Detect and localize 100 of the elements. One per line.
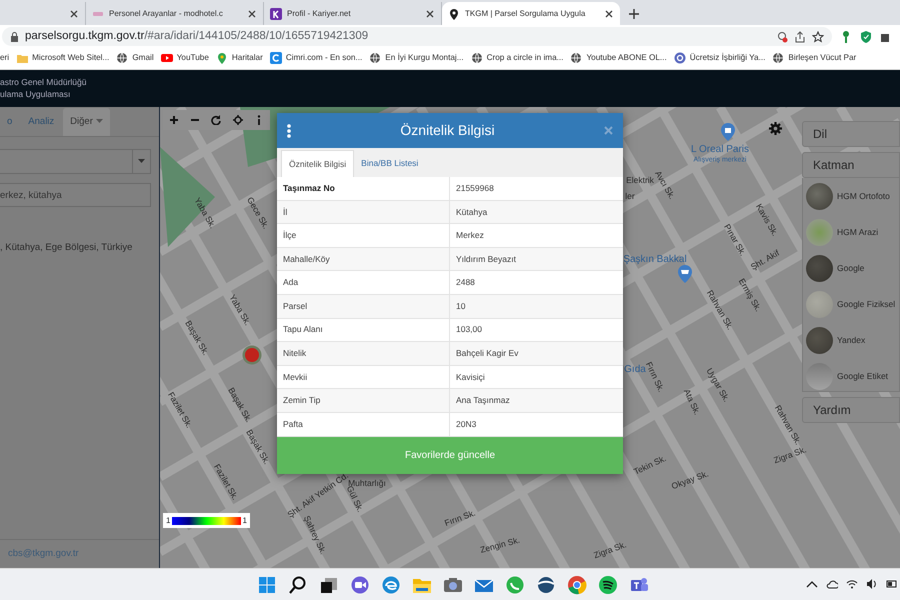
browser-tab[interactable]: TKGM | Parsel Sorgulama Uygula <box>442 2 620 25</box>
street-label: Zigra Sk. <box>772 445 808 465</box>
attribute-value: Bahçeli Kagir Ev <box>455 347 518 360</box>
close-icon[interactable] <box>247 8 257 18</box>
attribute-value: 21559968 <box>455 182 494 195</box>
scale-max-label: 1 <box>242 514 247 526</box>
speaker-icon[interactable] <box>866 578 878 590</box>
close-icon[interactable] <box>604 8 614 18</box>
star-icon[interactable] <box>812 30 824 42</box>
attribute-label: İlçe <box>277 224 450 247</box>
attribute-label: Tapu Alanı <box>277 318 450 342</box>
language-panel-header[interactable]: Dil <box>802 121 900 147</box>
map-thumbnail <box>806 326 833 354</box>
attribute-value: Ana Taşınmaz <box>455 394 510 408</box>
street-label: Tekin Sk. <box>632 454 668 476</box>
shield-icon[interactable] <box>860 30 872 44</box>
attribute-value: 2488 <box>455 276 475 290</box>
url-text: parselsorgu.tkgm.gov.tr/#ara/idari/144105/2488/10/1655719421309 <box>25 28 368 44</box>
attribute-value: 103,00 <box>455 323 482 336</box>
layer-option[interactable]: Yandex <box>803 322 899 358</box>
video-chat-icon[interactable] <box>350 574 370 594</box>
attribute-label: Nitelik <box>277 342 450 365</box>
close-icon[interactable] <box>69 8 79 18</box>
bookmark-link[interactable]: En İyi Kurgu Montaj... <box>385 52 464 65</box>
bookmark-link[interactable]: Haritalar <box>232 52 263 65</box>
caret-icon <box>96 118 103 124</box>
globe-icon[interactable] <box>536 574 556 594</box>
layer-option[interactable]: HGM Ortofoto <box>803 178 899 214</box>
street-label: Şht. Akif <box>749 248 781 272</box>
street-label: Zengin Sk. <box>479 536 521 554</box>
search-icon[interactable] <box>288 574 308 594</box>
bookmark-link[interactable]: YouTube <box>176 52 209 65</box>
shopping-cart-pin-icon <box>678 265 692 283</box>
bookmark-link[interactable]: Youtube ABONE OL... <box>586 52 667 65</box>
street-label: Fırın Sk. <box>443 508 477 528</box>
attribute-value: 20N3 <box>455 418 476 431</box>
sidebar-tab[interactable]: Diğer <box>63 108 110 136</box>
attribute-label: Pafta <box>277 412 450 436</box>
letter-c-icon <box>270 52 282 64</box>
browser-e-icon[interactable] <box>381 574 401 594</box>
globe-icon <box>772 52 784 64</box>
attribute-value: Kütahya <box>455 206 488 219</box>
dialog-tab[interactable]: Öznitelik Bilgisi <box>281 150 354 177</box>
place-label: Muhtarlığı <box>348 478 386 488</box>
globe-icon <box>369 52 382 64</box>
share-icon[interactable] <box>794 30 806 42</box>
close-icon[interactable] <box>425 8 435 18</box>
street-label: Zigra Sk. <box>592 540 628 560</box>
new-tab-icon[interactable] <box>628 8 640 20</box>
update-favorites-button[interactable]: Favorilerde güncelle <box>277 436 623 474</box>
bookmark-link[interactable]: Ücretsiz İşbirliği Ya... <box>690 52 766 65</box>
layer-option[interactable]: HGM Arazi <box>803 214 899 250</box>
music-circle-icon[interactable] <box>598 574 618 594</box>
scale-min-label: 1 <box>166 514 170 526</box>
bookmark-link[interactable]: Cimri.com - En son... <box>286 52 362 65</box>
attribute-label: Taşınmaz No <box>277 177 450 200</box>
battery-icon[interactable] <box>886 578 898 590</box>
place-label: Elektrik <box>626 176 654 184</box>
layer-option[interactable]: Google <box>803 250 899 286</box>
cloud-icon[interactable] <box>826 578 838 590</box>
bookmark-link[interactable]: eri <box>0 52 10 65</box>
refresh-icon[interactable] <box>211 115 222 125</box>
circle-e-icon <box>674 52 686 64</box>
attribute-label: Mevkii <box>277 366 450 388</box>
globe-icon <box>470 52 483 64</box>
globe-icon <box>116 52 128 64</box>
wifi-icon[interactable] <box>846 578 858 590</box>
search-result[interactable]: , Kütahya, Ege Bölgesi, Türkiye <box>0 241 159 256</box>
settings-icon[interactable] <box>769 122 782 135</box>
location-blocked-icon[interactable] <box>776 30 788 42</box>
attribute-label: Parsel <box>277 294 450 318</box>
bookmark-link[interactable]: Crop a circle in ima... <box>486 52 564 65</box>
map-thumbnail <box>806 218 833 246</box>
letter-k-icon <box>270 8 282 20</box>
windows-start-icon[interactable] <box>257 574 277 594</box>
bookmark-link[interactable]: Microsoft Web Sitel... <box>32 52 110 65</box>
layer-option[interactable]: Google Fiziksel <box>803 286 899 322</box>
dropdown-field[interactable] <box>0 149 151 174</box>
dialog-tab[interactable]: Bina/BB Listesi <box>354 150 426 177</box>
bookmark-link[interactable]: Gmail <box>132 52 154 65</box>
attribute-value: Merkez <box>455 229 484 242</box>
layer-panel-header[interactable]: Katman <box>802 152 900 178</box>
chat-bubble-icon[interactable] <box>505 574 525 594</box>
layer-option[interactable]: Google Etiket <box>803 358 899 391</box>
place-label: ler <box>625 192 635 200</box>
play-icon <box>160 52 173 64</box>
crosshair-icon[interactable] <box>232 115 243 125</box>
place-label: L Oreal Paris <box>691 145 749 155</box>
map-pin-icon <box>216 52 228 64</box>
shopping-bag-pin-icon <box>721 123 735 141</box>
help-panel-header[interactable]: Yardım <box>802 397 900 423</box>
globe-icon <box>570 52 582 64</box>
kebab-menu-icon[interactable] <box>287 124 291 138</box>
attribute-value: Yıldırım Beyazıt <box>455 252 516 266</box>
pin-icon[interactable] <box>840 30 852 44</box>
bookmark-link[interactable]: Birleşen Vücut Par <box>788 52 856 65</box>
zoom-in-icon[interactable] <box>168 115 179 125</box>
chrome-browser-icon[interactable] <box>567 574 587 594</box>
search-field[interactable]: erkez, kütahya <box>0 183 151 207</box>
address-bar[interactable]: parselsorgu.tkgm.gov.tr/#ara/idari/144105/2488/10/1655719421309 <box>2 27 832 46</box>
